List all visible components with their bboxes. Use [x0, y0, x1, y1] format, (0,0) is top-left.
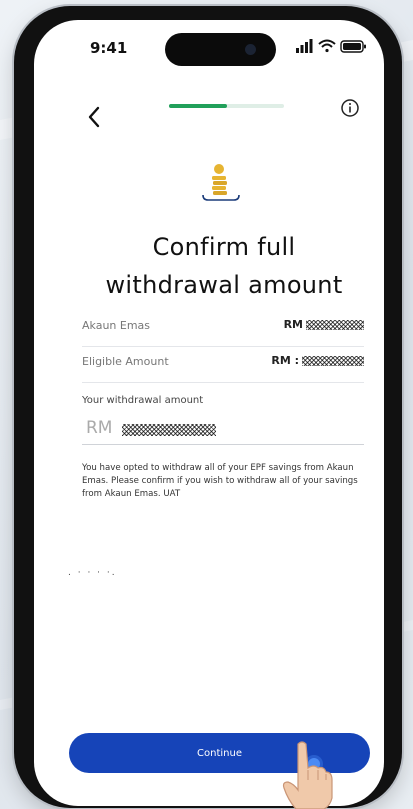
eligible-amount-label: Eligible Amount — [82, 355, 169, 368]
akaun-emas-row: Akaun Emas RM — [82, 310, 364, 347]
akaun-emas-value: RM — [284, 318, 364, 331]
coin-stack-icon — [202, 164, 240, 201]
hand-pointer-icon — [282, 741, 333, 809]
withdrawal-currency: RM — [86, 418, 113, 438]
eligible-amount-currency: RM : — [271, 354, 299, 367]
eligible-amount-row: Eligible Amount RM : — [82, 346, 364, 383]
status-icons — [296, 39, 366, 53]
withdrawal-amount-field[interactable]: RM — [82, 412, 364, 445]
page-title: Confirm full withdrawal amount — [74, 228, 374, 304]
withdrawal-amount-label: Your withdrawal amount — [82, 395, 204, 406]
akaun-emas-label: Akaun Emas — [82, 319, 151, 332]
dynamic-island — [165, 33, 276, 66]
phone-screen: 9:41 Confirm full withdrawal amount Akau… — [34, 20, 384, 806]
step-progress-bar — [169, 104, 284, 108]
page-title-line-1: Confirm full — [152, 233, 296, 261]
info-icon[interactable] — [340, 98, 360, 118]
page-title-line-2: withdrawal amount — [105, 271, 343, 299]
eligible-amount-value: RM : — [271, 354, 364, 367]
masked-amount — [122, 424, 216, 436]
step-progress-fill — [169, 104, 227, 108]
masked-amount — [302, 355, 364, 366]
back-arrow-icon[interactable] — [82, 104, 108, 130]
signal-icon — [296, 39, 313, 53]
wifi-icon — [318, 39, 336, 53]
battery-icon — [340, 40, 366, 53]
akaun-emas-currency: RM — [283, 318, 303, 331]
status-time: 9:41 — [90, 39, 128, 57]
camera-icon — [245, 44, 256, 55]
stray-dots: . · · · ·. — [68, 568, 117, 578]
masked-amount — [306, 319, 364, 330]
withdrawal-note: You have opted to withdraw all of your E… — [82, 463, 358, 499]
